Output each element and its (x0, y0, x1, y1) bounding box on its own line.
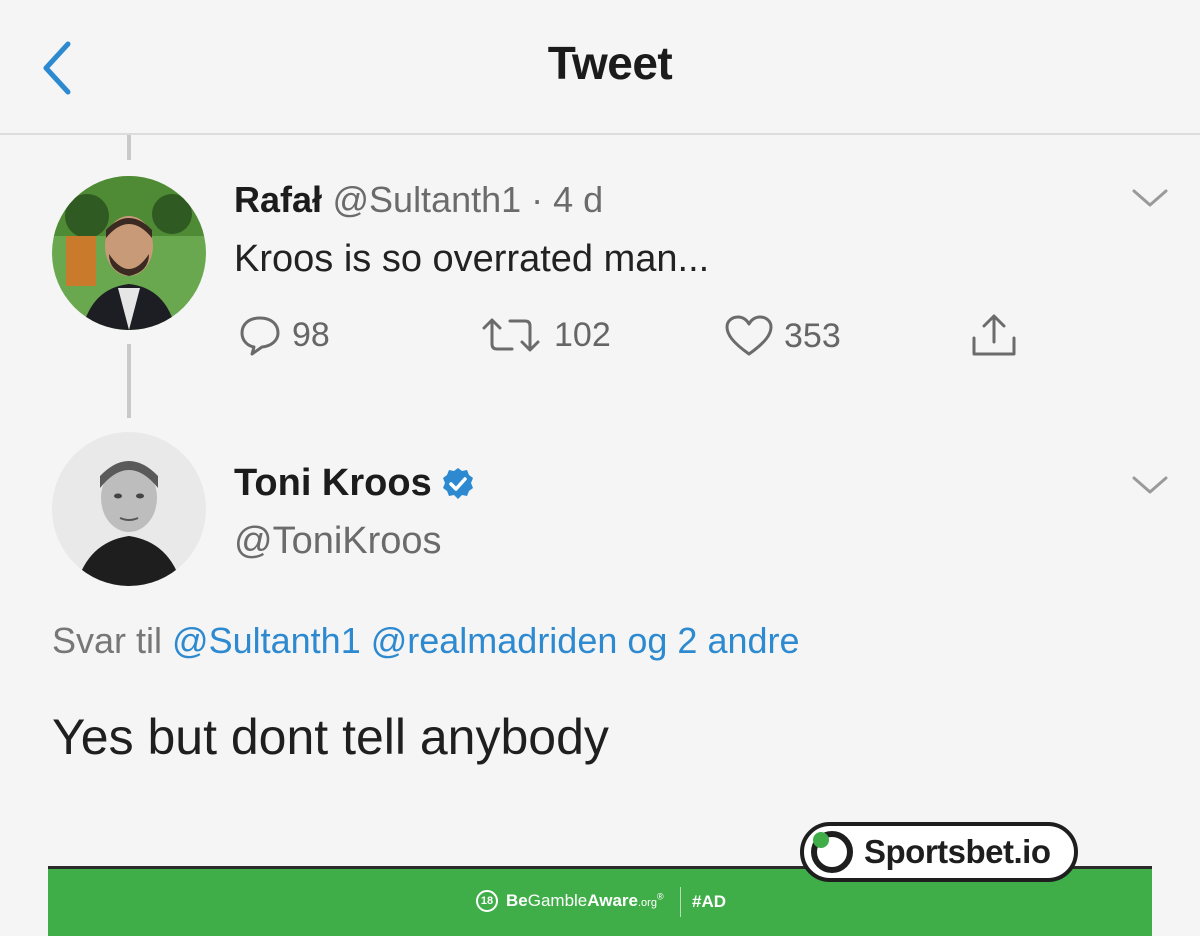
reply-count: 98 (292, 315, 330, 354)
thread-line-middle (127, 344, 131, 418)
registered-mark: ® (656, 891, 664, 902)
reply-action[interactable]: 98 (238, 314, 330, 356)
retweet-icon (482, 318, 540, 352)
sportsbet-logo[interactable]: Sportsbet.io (800, 822, 1078, 882)
ad-tag: #AD (692, 892, 727, 911)
like-count: 353 (784, 316, 841, 355)
sportsbet-brand: Sportsbet.io (864, 833, 1051, 870)
share-icon (972, 314, 1016, 356)
heart-icon (725, 315, 773, 356)
avatar-rafal[interactable] (52, 176, 206, 330)
sportsbet-logo-icon (811, 831, 853, 873)
profile-photo-icon (52, 176, 206, 330)
bga-org: .org (637, 897, 657, 909)
bga-be: Be (506, 891, 528, 910)
begambleaware-logo[interactable]: 18 BeGambleAware.org® (476, 890, 664, 912)
author-name[interactable]: Toni Kroos (234, 462, 432, 505)
retweet-action[interactable]: 102 (478, 314, 611, 356)
header-divider (0, 133, 1200, 135)
thread-line-top (127, 135, 131, 160)
reply-mentions[interactable]: @Sultanth1 @realmadriden og 2 andre (172, 620, 799, 661)
tweet2-header: Toni Kroos (234, 462, 476, 505)
reply-icon (240, 316, 280, 356)
verified-badge-icon (442, 467, 473, 499)
page-title: Tweet (547, 37, 673, 89)
ad-divider (680, 887, 681, 917)
chevron-down-icon[interactable] (1130, 185, 1170, 213)
author-handle-time[interactable]: @Sultanth1 · 4 d (332, 179, 603, 220)
bga-gamble: Gamble (527, 891, 588, 910)
tweet2-text: Yes but dont tell anybody (52, 709, 609, 765)
age-18-badge: 18 (476, 890, 498, 912)
bga-aware: Aware (587, 891, 638, 910)
tweet1-text: Kroos is so overrated man... (234, 238, 710, 280)
author-name[interactable]: Rafał (234, 179, 322, 220)
reply-context: Svar til @Sultanth1 @realmadriden og 2 a… (52, 620, 800, 662)
like-action[interactable]: 353 (724, 314, 841, 358)
share-action[interactable] (968, 312, 1020, 365)
retweet-count: 102 (554, 315, 611, 354)
chevron-down-icon[interactable] (1130, 472, 1170, 500)
author-handle[interactable]: @ToniKroos (234, 520, 442, 563)
reply-prefix: Svar til (52, 620, 163, 661)
tweet1-header: Rafał @Sultanth1 · 4 d (234, 179, 603, 221)
profile-photo-icon (52, 432, 206, 586)
top-bar: Tweet (0, 0, 1200, 135)
avatar-toni-kroos[interactable] (52, 432, 206, 586)
